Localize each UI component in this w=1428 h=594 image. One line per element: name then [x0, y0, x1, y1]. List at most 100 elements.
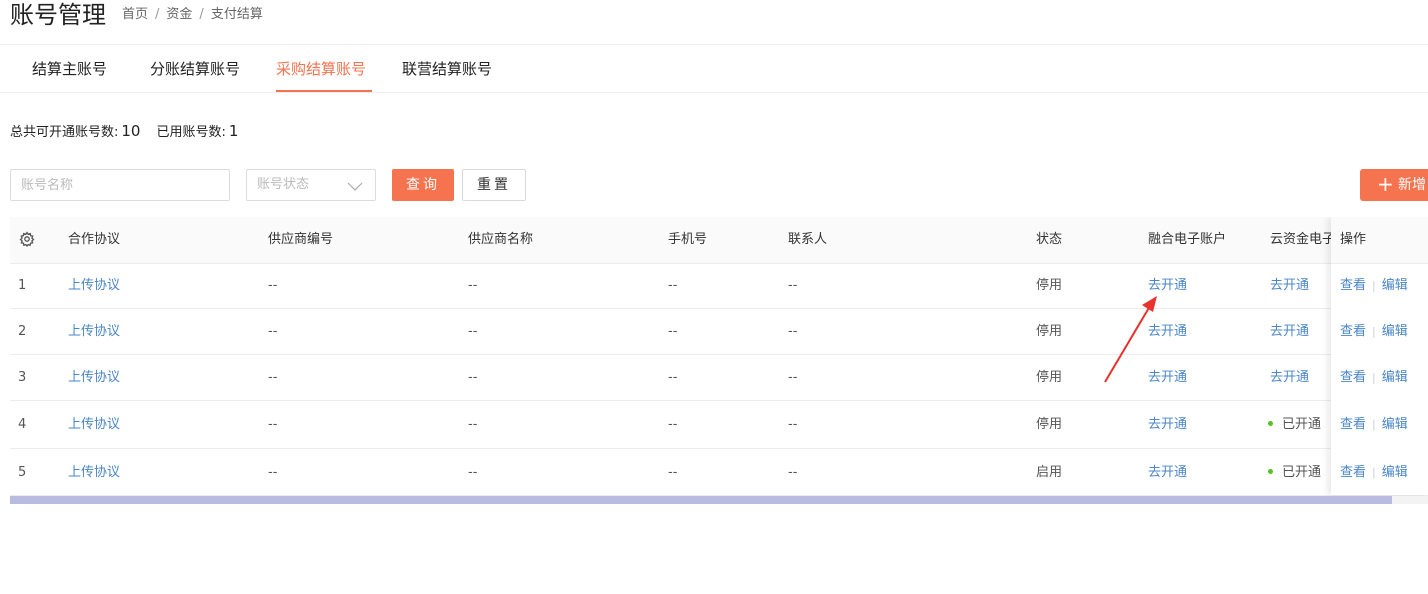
add-button[interactable]: + 新增: [1360, 169, 1428, 201]
open-cloud-account-link[interactable]: 去开通: [1270, 370, 1309, 386]
row-index: 5: [18, 465, 27, 480]
page-title: 账号管理: [10, 1, 106, 29]
account-name-input[interactable]: [10, 169, 230, 201]
open-fusion-account-link[interactable]: 去开通: [1148, 417, 1187, 433]
used-accounts-label: 已用账号数:: [156, 125, 226, 140]
supplier-name-cell: --: [468, 324, 478, 339]
supplier-name-cell: --: [468, 278, 478, 293]
supplier-name-cell: --: [468, 465, 478, 480]
account-summary: 总共可开通账号数: 10 已用账号数: 1: [10, 122, 238, 142]
open-fusion-account-link[interactable]: 去开通: [1148, 278, 1187, 294]
total-accounts-label: 总共可开通账号数:: [10, 125, 119, 140]
row-index: 2: [18, 324, 27, 339]
breadcrumb-separator: /: [199, 7, 204, 22]
plus-icon: +: [1377, 172, 1394, 196]
column-header-fusion-account: 融合电子账户: [1148, 232, 1227, 247]
supplier-no-cell: --: [268, 465, 278, 480]
used-accounts-value: 1: [228, 122, 239, 140]
tab-purchase-settlement[interactable]: 采购结算账号: [276, 59, 366, 79]
contact-cell: --: [788, 417, 798, 432]
phone-cell: --: [668, 465, 678, 480]
view-link[interactable]: 查看: [1340, 370, 1366, 385]
operations-column: 操作 查看 | 编辑 查看 | 编辑 查看 | 编辑 查看 | 编辑 查看 | 编辑: [1331, 217, 1428, 495]
view-link[interactable]: 查看: [1340, 465, 1366, 480]
upload-agreement-link[interactable]: 上传协议: [68, 278, 120, 294]
upload-agreement-link[interactable]: 上传协议: [68, 324, 120, 340]
open-fusion-account-link[interactable]: 去开通: [1148, 370, 1187, 386]
contact-cell: --: [788, 370, 798, 385]
row-actions: 查看 | 编辑: [1340, 465, 1408, 480]
supplier-no-cell: --: [268, 324, 278, 339]
tab-bar: 结算主账号 分账结算账号 采购结算账号 联营结算账号: [0, 45, 1428, 93]
view-link[interactable]: 查看: [1340, 324, 1366, 339]
table-row: 2 上传协议 -- -- -- -- 停用 去开通 去开通: [10, 309, 1428, 355]
cloud-account-opened-label: 已开通: [1282, 417, 1322, 432]
supplier-no-cell: --: [268, 370, 278, 385]
breadcrumb-current: 支付结算: [210, 7, 263, 22]
row-actions: 查看 | 编辑: [1340, 417, 1408, 432]
supplier-no-cell: --: [268, 278, 278, 293]
column-header-agreement: 合作协议: [68, 232, 121, 247]
gear-icon[interactable]: [19, 231, 35, 251]
status-cell: 停用: [1036, 278, 1063, 293]
phone-cell: --: [668, 324, 678, 339]
row-actions: 查看 | 编辑: [1340, 324, 1408, 339]
table-row: 3 上传协议 -- -- -- -- 停用 去开通 去开通: [10, 355, 1428, 401]
query-button[interactable]: 查询: [392, 169, 454, 201]
column-header-cloud-account: 云资金电子: [1270, 232, 1336, 247]
status-cell: 停用: [1036, 370, 1063, 385]
supplier-no-cell: --: [268, 417, 278, 432]
accounts-table: 合作协议 供应商编号 供应商名称 手机号 联系人 状态 融合电子账户 云资金电子…: [10, 217, 1428, 505]
contact-cell: --: [788, 465, 798, 480]
open-cloud-account-link[interactable]: 去开通: [1270, 324, 1309, 340]
status-cell: 停用: [1036, 324, 1063, 339]
account-status-select[interactable]: 账号状态: [246, 169, 376, 201]
view-link[interactable]: 查看: [1340, 278, 1366, 293]
column-header-supplier-no: 供应商编号: [268, 232, 334, 247]
open-fusion-account-link[interactable]: 去开通: [1148, 324, 1187, 340]
row-index: 1: [18, 278, 27, 293]
breadcrumb: 首页 / 资金 / 支付结算: [122, 6, 263, 24]
tab-split-settlement[interactable]: 分账结算账号: [150, 59, 240, 79]
column-header-status: 状态: [1036, 232, 1063, 247]
edit-link[interactable]: 编辑: [1382, 417, 1408, 432]
edit-link[interactable]: 编辑: [1382, 370, 1408, 385]
upload-agreement-link[interactable]: 上传协议: [68, 465, 120, 481]
chevron-down-icon: [347, 178, 363, 197]
table-header: 合作协议 供应商编号 供应商名称 手机号 联系人 状态 融合电子账户 云资金电子: [10, 217, 1428, 264]
open-cloud-account-link[interactable]: 去开通: [1270, 278, 1309, 294]
supplier-name-cell: --: [468, 417, 478, 432]
breadcrumb-separator: /: [155, 7, 160, 22]
edit-link[interactable]: 编辑: [1382, 324, 1408, 339]
account-status-placeholder: 账号状态: [257, 177, 310, 192]
row-actions: 查看 | 编辑: [1340, 278, 1408, 293]
table-row: 1 上传协议 -- -- -- -- 停用 去开通 去开通: [10, 263, 1428, 309]
column-header-operations: 操作: [1340, 232, 1367, 247]
upload-agreement-link[interactable]: 上传协议: [68, 370, 120, 386]
tab-main-settlement[interactable]: 结算主账号: [32, 59, 107, 79]
cloud-account-opened: 已开通: [1268, 417, 1321, 433]
page-header: 账号管理 首页 / 资金 / 支付结算: [0, 0, 1428, 45]
supplier-name-cell: --: [468, 370, 478, 385]
operations-header-cell: 操作: [1331, 217, 1428, 264]
breadcrumb-home[interactable]: 首页: [122, 7, 148, 22]
edit-link[interactable]: 编辑: [1382, 278, 1408, 293]
status-dot-icon: [1268, 469, 1273, 474]
edit-link[interactable]: 编辑: [1382, 465, 1408, 480]
active-tab-indicator: [276, 90, 372, 92]
view-link[interactable]: 查看: [1340, 417, 1366, 432]
breadcrumb-funds[interactable]: 资金: [166, 7, 192, 22]
status-dot-icon: [1268, 421, 1273, 426]
status-cell: 停用: [1036, 417, 1063, 432]
phone-cell: --: [668, 278, 678, 293]
horizontal-scrollbar-thumb[interactable]: [10, 496, 1392, 504]
table-row: 5 上传协议 -- -- -- -- 启用 去开通 已开通: [10, 449, 1428, 496]
tab-joint-settlement[interactable]: 联营结算账号: [402, 59, 492, 79]
row-index: 3: [18, 370, 27, 385]
contact-cell: --: [788, 324, 798, 339]
open-fusion-account-link[interactable]: 去开通: [1148, 465, 1187, 481]
column-header-contact: 联系人: [788, 232, 828, 247]
reset-button[interactable]: 重置: [462, 169, 526, 201]
upload-agreement-link[interactable]: 上传协议: [68, 417, 120, 433]
phone-cell: --: [668, 417, 678, 432]
